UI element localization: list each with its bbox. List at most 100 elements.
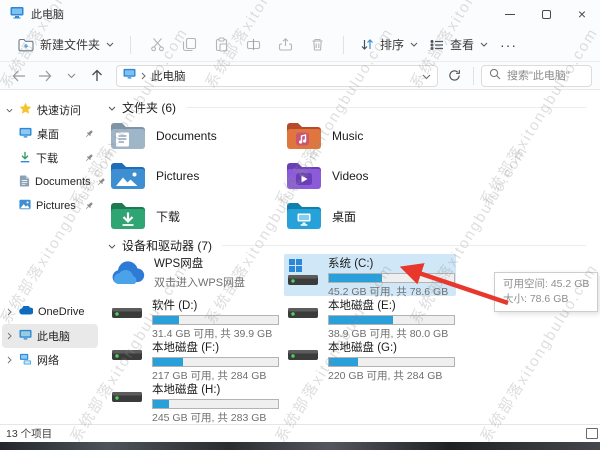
- breadcrumb-this-pc[interactable]: 此电脑: [151, 68, 186, 84]
- drive-g[interactable]: 本地磁盘 (G:) 220 GB 可用, 共 284 GB: [284, 338, 456, 382]
- drive-d[interactable]: 软件 (D:) 31.4 GB 可用, 共 39.9 GB: [108, 296, 280, 340]
- search-input[interactable]: [507, 69, 584, 82]
- paste-button[interactable]: [205, 33, 237, 56]
- folder-videos[interactable]: Videos: [284, 156, 460, 196]
- chevron-right-icon[interactable]: [5, 332, 14, 340]
- cut-button[interactable]: [141, 33, 173, 56]
- drive-name: 本地磁盘 (H:): [152, 384, 221, 396]
- view-button[interactable]: 查看: [424, 32, 494, 57]
- system-drive-icon: [286, 258, 320, 291]
- this-pc-icon: [10, 6, 24, 22]
- sidebar-item-label: 下载: [36, 153, 58, 165]
- window-body: 快速访问 桌面 下载 Documents Pictures OneDrive 此…: [0, 90, 600, 424]
- sidebar-item-quick-access[interactable]: 快速访问: [2, 98, 98, 122]
- delete-button[interactable]: [301, 33, 333, 56]
- explorer-tab[interactable]: 此电脑: [10, 6, 64, 22]
- new-folder-icon: [18, 38, 34, 52]
- folder-documents[interactable]: Documents: [108, 116, 284, 156]
- close-icon: ×: [577, 6, 587, 22]
- close-button[interactable]: ×: [564, 0, 600, 28]
- drive-c[interactable]: 系统 (C:) 45.2 GB 可用, 共 78.6 GB: [284, 254, 456, 298]
- sidebar-item-onedrive[interactable]: OneDrive: [2, 300, 98, 324]
- folders-grid: Documents Music Pictures Videos 下载 桌面: [108, 116, 600, 236]
- chevron-right-icon[interactable]: [5, 356, 14, 364]
- paste-icon: [215, 37, 227, 52]
- wps-cloud-icon: [110, 261, 146, 288]
- share-button[interactable]: [269, 33, 301, 56]
- capacity-bar-fill: [153, 316, 180, 324]
- drive-name: WPS网盘: [154, 258, 204, 270]
- chevron-down-icon[interactable]: [5, 108, 14, 113]
- breadcrumb[interactable]: 此电脑: [116, 64, 438, 87]
- sidebar-item-label: 网络: [37, 355, 59, 367]
- sidebar-item-label: OneDrive: [38, 306, 85, 318]
- download-icon: [19, 151, 31, 166]
- view-label: 查看: [450, 38, 475, 52]
- music-folder-icon: [286, 120, 322, 153]
- folder-pictures[interactable]: Pictures: [108, 156, 284, 196]
- copy-button[interactable]: [173, 33, 205, 56]
- sidebar-item-pictures[interactable]: Pictures: [2, 194, 98, 218]
- recent-locations-button[interactable]: [60, 65, 82, 87]
- drive-capacity-text: 220 GB 可用, 共 284 GB: [328, 370, 443, 382]
- breadcrumb-separator-icon: [141, 69, 146, 83]
- drive-h[interactable]: 本地磁盘 (H:) 245 GB 可用, 共 283 GB: [108, 380, 280, 424]
- sidebar-item-network[interactable]: 网络: [2, 348, 98, 372]
- copy-icon: [182, 37, 196, 52]
- more-options-button[interactable]: ···: [494, 37, 523, 53]
- refresh-button[interactable]: [442, 65, 466, 87]
- toolbar-divider: [130, 35, 132, 54]
- chevron-down-icon[interactable]: [108, 100, 116, 114]
- window-title: 此电脑: [31, 9, 64, 21]
- chevron-right-icon[interactable]: [5, 308, 14, 316]
- sidebar-item-downloads[interactable]: 下载: [2, 146, 98, 170]
- downloads-folder-icon: [110, 200, 146, 233]
- address-dropdown-button[interactable]: [422, 69, 431, 83]
- capacity-bar: [152, 315, 279, 325]
- cut-icon: [150, 38, 164, 52]
- back-button[interactable]: [8, 65, 30, 87]
- sidebar-item-documents[interactable]: Documents: [2, 170, 105, 194]
- pictures-folder-icon: [110, 160, 146, 193]
- devices-header-label: 设备和驱动器 (7): [122, 238, 213, 253]
- drive-name: 本地磁盘 (G:): [328, 342, 397, 354]
- onedrive-cloud-icon: [19, 305, 34, 318]
- chevron-down-icon: [67, 73, 75, 78]
- desktop-edge-strip: [0, 442, 600, 450]
- rename-button[interactable]: [237, 33, 269, 56]
- drive-name: 本地磁盘 (E:): [328, 300, 396, 312]
- sidebar-item-label: 桌面: [37, 129, 59, 141]
- folders-section-header[interactable]: 文件夹 (6): [108, 98, 600, 116]
- desktop-folder-icon: [286, 200, 322, 233]
- folder-downloads[interactable]: 下载: [108, 196, 284, 236]
- network-icon: [19, 353, 32, 368]
- forward-button[interactable]: [34, 65, 56, 87]
- folder-music[interactable]: Music: [284, 116, 460, 156]
- new-folder-button[interactable]: 新建文件夹: [12, 32, 120, 57]
- minimize-button[interactable]: [492, 0, 528, 28]
- window-controls: ×: [492, 0, 600, 28]
- capacity-bar-fill: [153, 400, 170, 408]
- chevron-down-icon[interactable]: [108, 238, 116, 252]
- sidebar-item-desktop[interactable]: 桌面: [2, 122, 98, 146]
- folder-desktop[interactable]: 桌面: [284, 196, 460, 236]
- drive-f[interactable]: 本地磁盘 (F:) 217 GB 可用, 共 284 GB: [108, 338, 280, 382]
- delete-icon: [312, 38, 323, 51]
- maximize-button[interactable]: [528, 0, 564, 28]
- hard-drive-icon: [110, 390, 144, 409]
- view-mode-icon[interactable]: [586, 428, 598, 439]
- new-folder-label: 新建文件夹: [40, 38, 101, 52]
- videos-folder-icon: [286, 160, 322, 193]
- sort-icon: [360, 38, 374, 51]
- sort-button[interactable]: 排序: [354, 32, 424, 57]
- devices-section-header[interactable]: 设备和驱动器 (7): [108, 236, 600, 254]
- drive-wps[interactable]: WPS网盘 双击进入WPS网盘: [108, 254, 280, 296]
- search-box[interactable]: [481, 64, 592, 87]
- title-bar: 此电脑 ×: [0, 0, 600, 28]
- sidebar-item-this-pc[interactable]: 此电脑: [2, 324, 98, 348]
- navigation-pane: 快速访问 桌面 下载 Documents Pictures OneDrive 此…: [0, 90, 105, 424]
- up-button[interactable]: [86, 65, 108, 87]
- tooltip-free-space: 可用空间: 45.2 GB: [503, 278, 590, 290]
- drive-e[interactable]: 本地磁盘 (E:) 38.9 GB 可用, 共 80.0 GB: [284, 296, 456, 340]
- drive-capacity-text: 245 GB 可用, 共 283 GB: [152, 412, 267, 424]
